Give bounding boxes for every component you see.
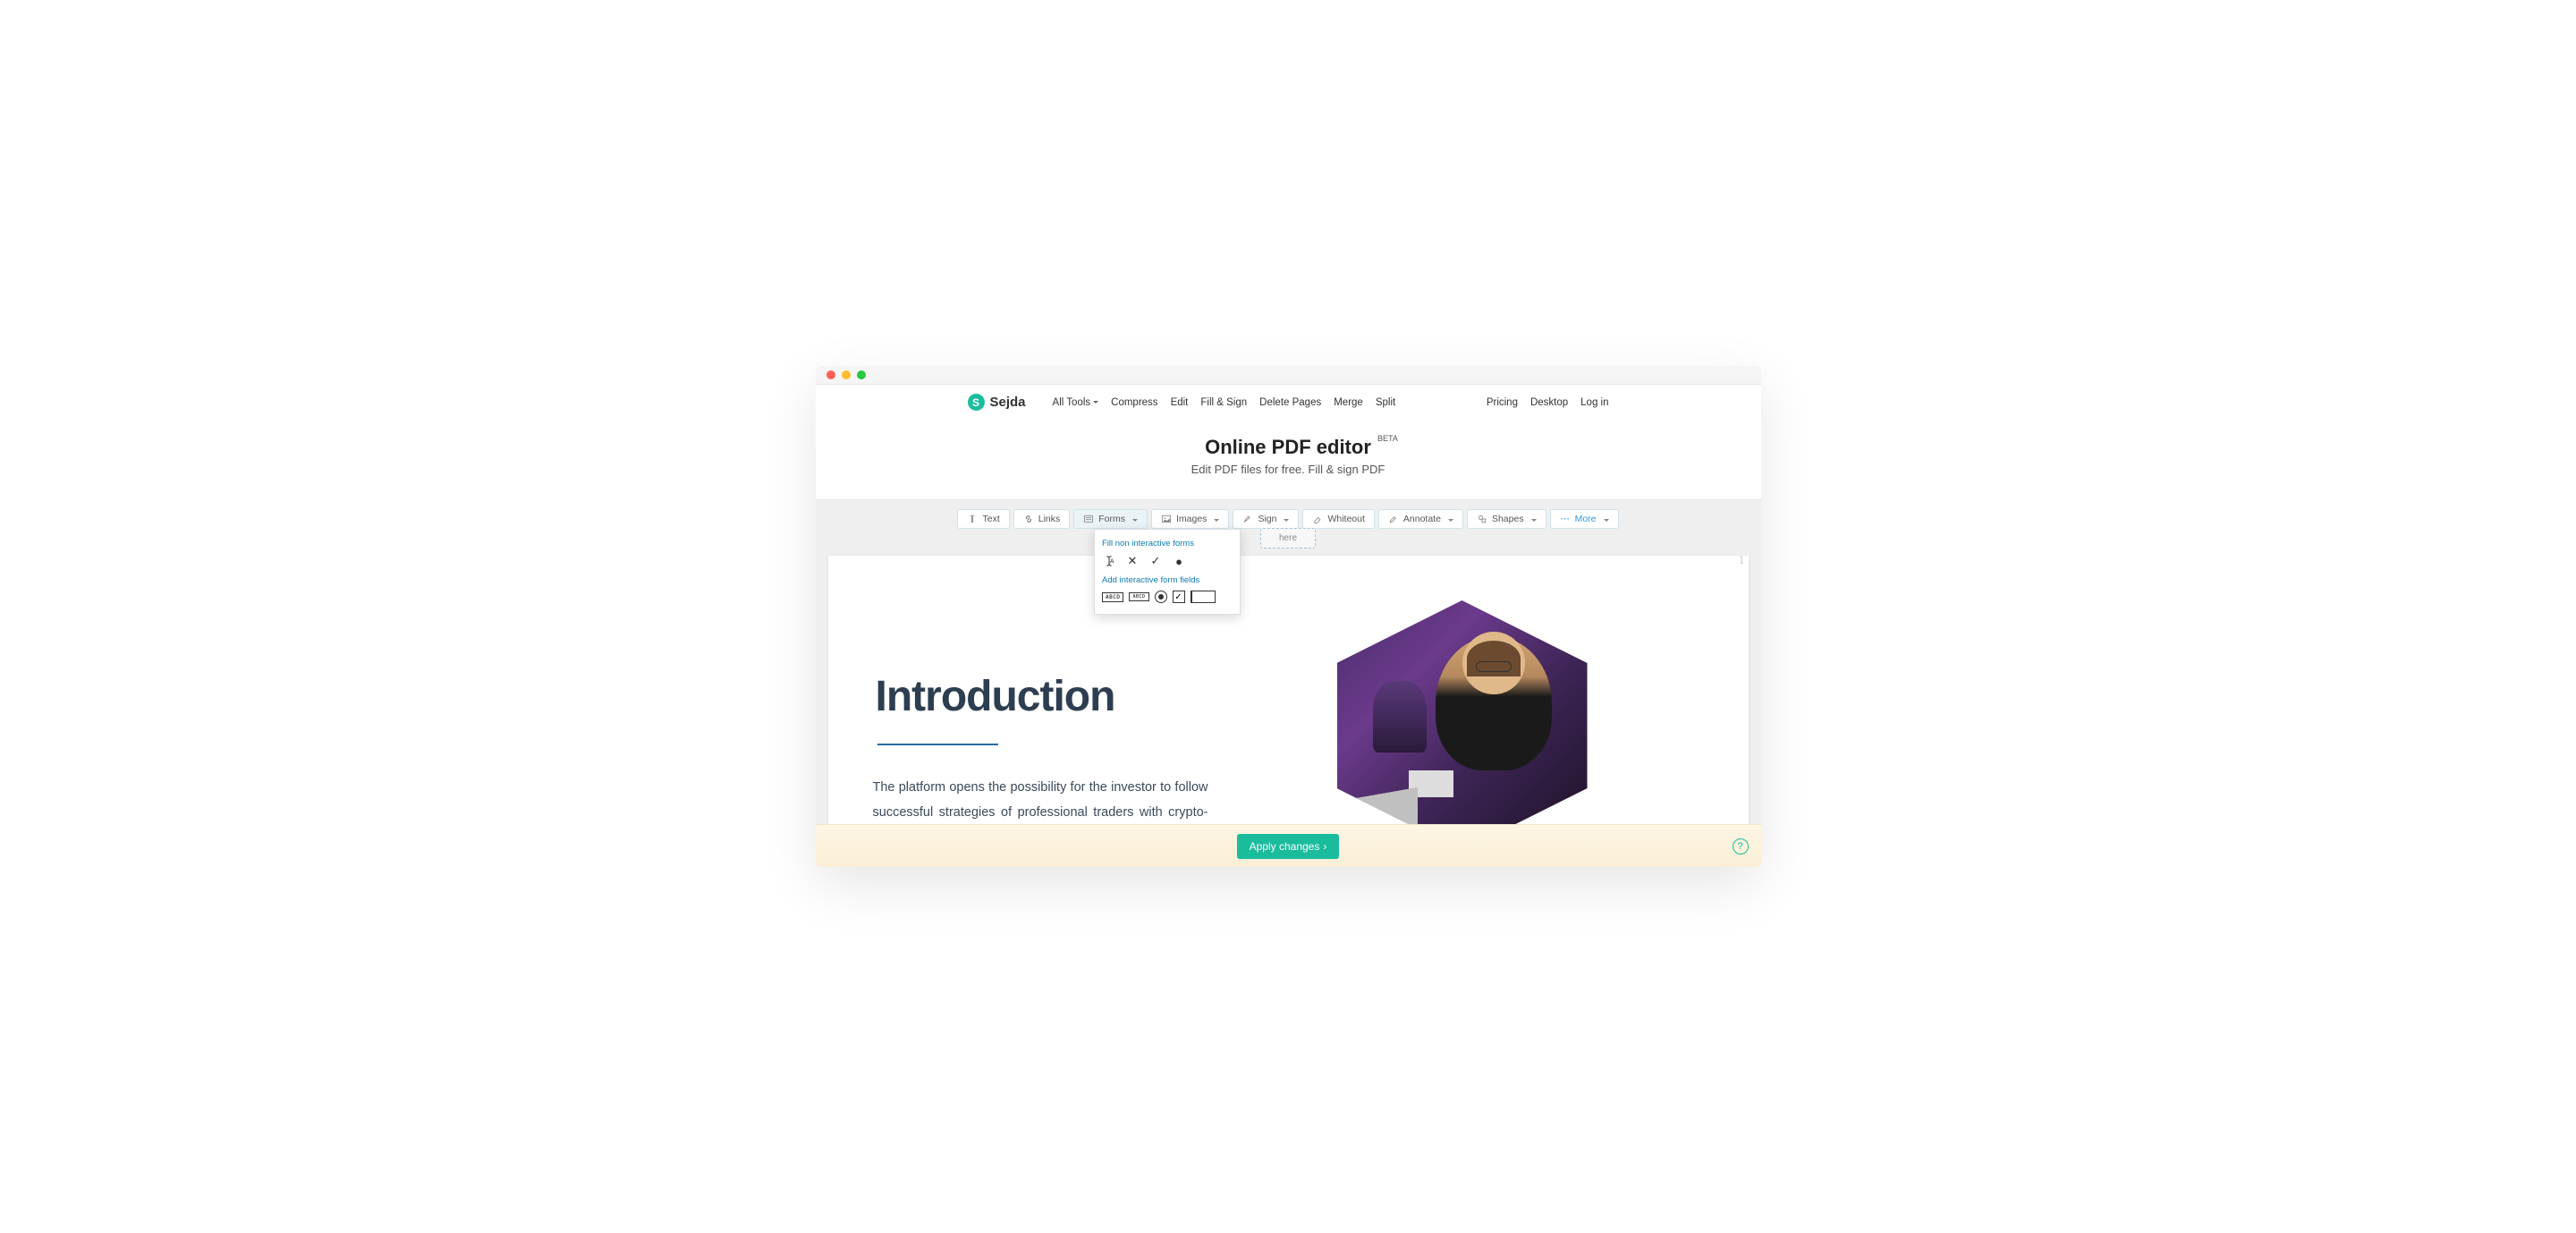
app-window: S Sejda All Tools Compress Edit Fill & S… (816, 366, 1761, 867)
main-header: S Sejda All Tools Compress Edit Fill & S… (816, 385, 1761, 420)
caret-down-icon (1445, 514, 1453, 524)
tool-shapes-button[interactable]: Shapes (1467, 509, 1546, 529)
nav-delete-pages[interactable]: Delete Pages (1259, 397, 1321, 408)
help-button[interactable]: ? (1733, 838, 1749, 855)
chevron-right-icon: › (1323, 840, 1326, 853)
nav-pricing[interactable]: Pricing (1487, 397, 1518, 408)
window-maximize-icon[interactable] (857, 370, 866, 379)
tool-forms-button[interactable]: Forms (1073, 509, 1148, 529)
dot-icon[interactable]: ● (1172, 554, 1186, 568)
document-canvas: 1 Introduction The platform opens the po… (816, 556, 1761, 824)
text-cursor-icon (967, 514, 978, 524)
dots-icon: ⋯ (1560, 514, 1571, 524)
glasses-icon (1476, 661, 1512, 672)
nav-edit[interactable]: Edit (1171, 397, 1189, 408)
footer-action-bar: Apply changes › ? (816, 824, 1761, 867)
page-subtitle: Edit PDF files for free. Fill & sign PDF (816, 463, 1761, 476)
editor-toolbar: Text Links Forms Images (816, 509, 1761, 529)
tool-more-button[interactable]: ⋯ More (1550, 509, 1619, 529)
text-cursor-icon[interactable]: A (1102, 554, 1116, 568)
apply-changes-button[interactable]: Apply changes › (1237, 834, 1340, 859)
x-mark-icon[interactable]: ✕ (1125, 554, 1140, 568)
tool-images-button[interactable]: Images (1151, 509, 1229, 529)
nav-split[interactable]: Split (1376, 397, 1395, 408)
apply-label: Apply changes (1250, 840, 1320, 853)
brand-logo[interactable]: S Sejda (968, 394, 1026, 411)
tool-whiteout-label: Whiteout (1327, 514, 1364, 524)
tool-text-button[interactable]: Text (957, 509, 1009, 529)
nav-desktop[interactable]: Desktop (1530, 397, 1568, 408)
nav-primary: All Tools Compress Edit Fill & Sign Dele… (1053, 397, 1396, 408)
nav-compress[interactable]: Compress (1111, 397, 1157, 408)
foreground-laptop (1355, 787, 1418, 824)
tool-text-label: Text (982, 514, 999, 524)
caret-down-icon (1281, 514, 1289, 524)
document-heading: Introduction (876, 672, 1115, 721)
tool-more-label: More (1575, 514, 1597, 524)
radio-field-icon[interactable] (1155, 591, 1167, 603)
dropdown-section-label: Add interactive form fields (1102, 575, 1233, 585)
multiline-field-icon[interactable]: ABCD (1129, 592, 1148, 601)
tool-annotate-label: Annotate (1403, 514, 1441, 524)
heading-underline (877, 744, 998, 745)
beta-badge: BETA (1377, 434, 1398, 443)
foreground-person (1436, 636, 1552, 770)
forms-dropdown-menu: Fill non interactive forms A ✕ ✓ ● Add i… (1094, 529, 1241, 615)
hero-section: Online PDF editor BETA Edit PDF files fo… (816, 420, 1761, 499)
form-icon (1083, 514, 1094, 524)
tool-images-label: Images (1176, 514, 1207, 524)
dropdown-section-label: Fill non interactive forms (1102, 539, 1233, 548)
editor-toolbar-area: Text Links Forms Images (816, 499, 1761, 556)
window-minimize-icon[interactable] (842, 370, 851, 379)
pdf-page[interactable]: 1 Introduction The platform opens the po… (828, 556, 1749, 824)
caret-down-icon (1601, 514, 1609, 524)
brand-name: Sejda (990, 395, 1026, 410)
nav-secondary: Pricing Desktop Log in (1487, 397, 1609, 408)
check-mark-icon[interactable]: ✓ (1148, 554, 1163, 568)
background-person (1373, 681, 1427, 753)
nav-merge[interactable]: Merge (1334, 397, 1363, 408)
window-titlebar (816, 366, 1761, 385)
dropdown-field-icon[interactable] (1191, 591, 1216, 603)
pen-icon (1242, 514, 1253, 524)
page-title-text: Online PDF editor (1205, 436, 1371, 458)
page-title: Online PDF editor BETA (1205, 436, 1371, 459)
click-here-banner[interactable]: here (1260, 528, 1316, 548)
tool-shapes-label: Shapes (1492, 514, 1524, 524)
tool-sign-button[interactable]: Sign (1233, 509, 1299, 529)
tool-whiteout-button[interactable]: Whiteout (1302, 509, 1374, 529)
dropdown-noninteractive-row: A ✕ ✓ ● (1102, 554, 1233, 568)
image-icon (1161, 514, 1172, 524)
checkbox-field-icon[interactable]: ✓ (1173, 591, 1185, 603)
tool-sign-label: Sign (1258, 514, 1276, 524)
shapes-icon (1477, 514, 1487, 524)
text-field-icon[interactable]: ABCD (1102, 592, 1123, 602)
tool-forms-label: Forms (1098, 514, 1125, 524)
caret-down-icon (1130, 514, 1138, 524)
nav-fill-sign[interactable]: Fill & Sign (1200, 397, 1247, 408)
highlight-icon (1388, 514, 1399, 524)
dropdown-interactive-row: ABCD ABCD ✓ (1102, 591, 1233, 603)
document-body-text: The platform opens the possibility for t… (873, 775, 1208, 824)
page-number: 1 (1739, 556, 1745, 568)
tool-links-button[interactable]: Links (1013, 509, 1071, 529)
caret-down-icon (1211, 514, 1219, 524)
nav-login[interactable]: Log in (1580, 397, 1608, 408)
logo-icon: S (968, 394, 985, 411)
window-close-icon[interactable] (826, 370, 835, 379)
hero-graphic (1337, 600, 1677, 824)
nav-all-tools[interactable]: All Tools (1053, 397, 1099, 408)
tool-annotate-button[interactable]: Annotate (1378, 509, 1463, 529)
caret-down-icon (1529, 514, 1537, 524)
svg-text:A: A (1110, 559, 1114, 565)
eraser-icon (1312, 514, 1323, 524)
tool-links-label: Links (1038, 514, 1061, 524)
hexagon-photo (1337, 600, 1588, 824)
link-icon (1023, 514, 1034, 524)
